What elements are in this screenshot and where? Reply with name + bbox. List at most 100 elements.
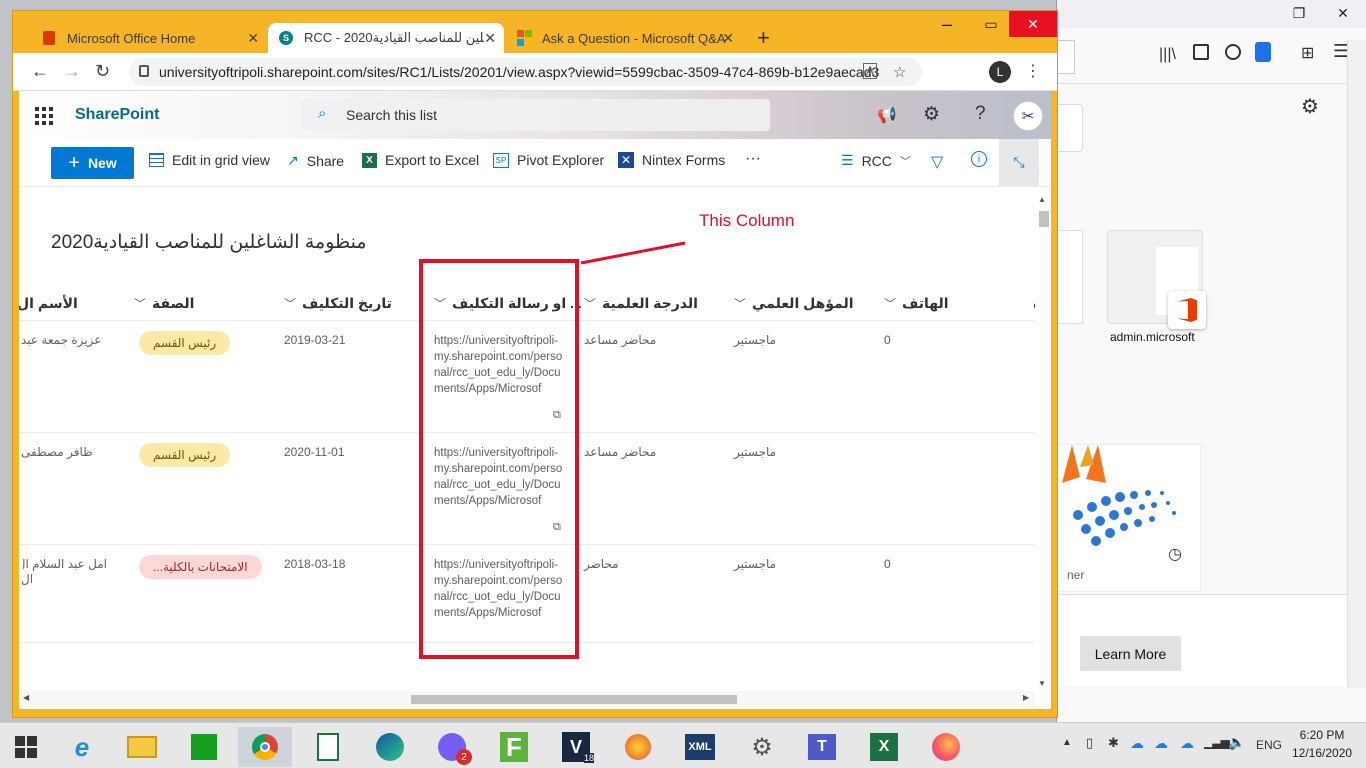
profile-avatar[interactable]: L: [989, 61, 1011, 83]
maximize-icon[interactable]: ▭: [971, 11, 1011, 37]
sharepoint-brand[interactable]: SharePoint: [75, 106, 159, 124]
firefox-dev-icon[interactable]: [614, 727, 662, 767]
export-excel-button[interactable]: X Export to Excel: [362, 152, 479, 168]
f-app-icon[interactable]: F: [490, 727, 538, 767]
restore-icon[interactable]: ❐: [1279, 0, 1319, 26]
scroll-down-arrow[interactable]: ▼: [1038, 679, 1046, 688]
excel-icon[interactable]: X: [860, 727, 908, 767]
library-icon[interactable]: |||\: [1159, 46, 1176, 64]
url-field[interactable]: universityoftripoli.sharepoint.com/sites…: [129, 58, 922, 86]
search-box[interactable]: ⌕ Search this list: [302, 99, 770, 131]
close-icon[interactable]: ✕: [1319, 0, 1366, 26]
scroll-thumb[interactable]: [1039, 211, 1049, 227]
new-label: New: [87, 155, 117, 171]
extension-icon[interactable]: [1255, 42, 1271, 62]
column-header-name[interactable]: الأسم ال﹀: [19, 295, 78, 312]
column-header-qualification[interactable]: المؤهل العلمي ﹀: [734, 295, 854, 312]
start-button[interactable]: [2, 727, 50, 767]
gears-icon[interactable]: ⚙: [738, 727, 786, 767]
vertical-scrollbar[interactable]: ▲ ▼: [1035, 195, 1051, 691]
close-tab-icon[interactable]: ✕: [722, 30, 734, 47]
column-header-date[interactable]: تاريخ التكليف ﹀: [284, 295, 392, 312]
network-icon[interactable]: ▁▃▅: [1204, 735, 1230, 749]
clock-time[interactable]: 6:20 PM: [1296, 728, 1348, 742]
info-icon[interactable]: i: [971, 151, 987, 167]
scroll-right-arrow[interactable]: ▶: [1023, 693, 1029, 702]
scroll-up-arrow[interactable]: ▲: [1038, 195, 1046, 204]
language-indicator[interactable]: ENG: [1256, 738, 1282, 752]
back-icon[interactable]: ←: [31, 61, 49, 82]
onedrive-icon[interactable]: ☁: [1180, 735, 1194, 752]
address-edge: [1057, 40, 1075, 74]
collapse-icon[interactable]: ⤡: [999, 139, 1039, 186]
tray-bluetooth-icon[interactable]: ✱: [1108, 735, 1119, 751]
settings-gear-icon[interactable]: ⚙: [1301, 94, 1319, 119]
chrome-icon[interactable]: [238, 727, 292, 767]
tray-device-icon[interactable]: ▯: [1086, 735, 1093, 751]
internet-explorer-icon[interactable]: e: [58, 727, 106, 767]
filter-icon[interactable]: ▽: [931, 152, 943, 172]
onedrive-icon[interactable]: ☁: [1130, 735, 1144, 752]
tray-chevron-icon[interactable]: ▲: [1062, 737, 1072, 748]
user-avatar[interactable]: ✂: [1013, 101, 1043, 131]
cell-qualification: ماجستير: [734, 333, 777, 347]
tab-ms-qa[interactable]: Ask a Question - Microsoft Q&A ✕: [506, 23, 742, 53]
store-icon[interactable]: [180, 727, 228, 767]
status-pill: رئيس القسم: [139, 331, 231, 355]
account-icon[interactable]: [1225, 44, 1241, 60]
sharepoint-icon: S: [278, 30, 294, 46]
excel-sheet-icon[interactable]: [304, 727, 352, 767]
more-commands-button[interactable]: ···: [745, 150, 761, 168]
forward-icon[interactable]: →: [63, 61, 81, 82]
view-selector[interactable]: ☰ RCC ﹀: [841, 152, 911, 169]
nintex-forms-button[interactable]: ✕ Nintex Forms: [618, 152, 725, 168]
cell-name: امل عبد السلام ال ال: [21, 557, 107, 586]
viber-icon[interactable]: 2: [428, 727, 476, 767]
file-explorer-icon[interactable]: [118, 727, 166, 767]
apps-icon[interactable]: ⊞: [1301, 43, 1314, 63]
close-tab-icon[interactable]: ✕: [484, 30, 496, 47]
onedrive-icon[interactable]: ☁: [1154, 735, 1168, 752]
cell-phone: 0: [884, 333, 891, 347]
article-partial-text: ner: [1067, 568, 1085, 582]
close-tab-icon[interactable]: ✕: [247, 30, 259, 47]
chrome-menu-icon[interactable]: ⋮: [1025, 61, 1041, 81]
notification-badge: 2: [456, 749, 472, 765]
learn-more-button[interactable]: Learn More: [1080, 636, 1181, 671]
background-scrollbar[interactable]: [1347, 40, 1366, 688]
edge-icon[interactable]: [366, 727, 414, 767]
visual-studio-icon[interactable]: V 18: [552, 727, 600, 767]
minimize-icon[interactable]: –: [927, 11, 967, 37]
shortcut-tile[interactable]: [1107, 230, 1206, 329]
cell-date: 2018-03-18: [284, 557, 346, 571]
new-button[interactable]: + New: [51, 147, 134, 179]
view-lines-icon: ☰: [841, 152, 854, 168]
volume-icon[interactable]: 🔈: [1228, 734, 1245, 751]
settings-icon[interactable]: ⚙: [923, 103, 940, 126]
scroll-thumb[interactable]: [411, 695, 737, 704]
new-tab-button[interactable]: +: [757, 25, 770, 51]
help-icon[interactable]: ?: [975, 103, 986, 125]
horizontal-scrollbar[interactable]: ◀ ▶: [19, 691, 1035, 707]
sidebar-icon[interactable]: [1193, 44, 1209, 60]
app-launcher-icon[interactable]: [35, 107, 53, 125]
tab-office-home[interactable]: Microsoft Office Home ✕: [31, 23, 267, 53]
reload-icon[interactable]: ↻: [95, 61, 110, 82]
star-icon[interactable]: ☆: [893, 63, 906, 81]
close-window-icon[interactable]: ✕: [1009, 11, 1057, 37]
edit-grid-button[interactable]: Edit in grid view: [149, 152, 270, 168]
tab-title: Microsoft Office Home: [67, 30, 196, 46]
scroll-left-arrow[interactable]: ◀: [23, 693, 29, 702]
column-header-phone[interactable]: الهاتف ﹀: [884, 295, 949, 312]
firefox-icon[interactable]: [922, 727, 970, 767]
clock-date[interactable]: 12/16/2020: [1292, 746, 1352, 760]
xml-icon[interactable]: XML: [676, 727, 724, 767]
column-header-title[interactable]: الصفة ﹀: [134, 295, 194, 312]
teams-icon[interactable]: T: [798, 727, 846, 767]
tab-rcc[interactable]: S RCC - 2020غلين للمناصب القيادية ✕: [268, 23, 504, 53]
pivot-explorer-button[interactable]: SP Pivot Explorer: [493, 152, 604, 168]
megaphone-icon[interactable]: 📢: [877, 105, 897, 125]
column-header-degree[interactable]: الدرجة العلمية ﹀: [584, 295, 698, 312]
translate-icon[interactable]: A: [863, 63, 878, 79]
share-button[interactable]: ↗ Share: [287, 152, 344, 169]
